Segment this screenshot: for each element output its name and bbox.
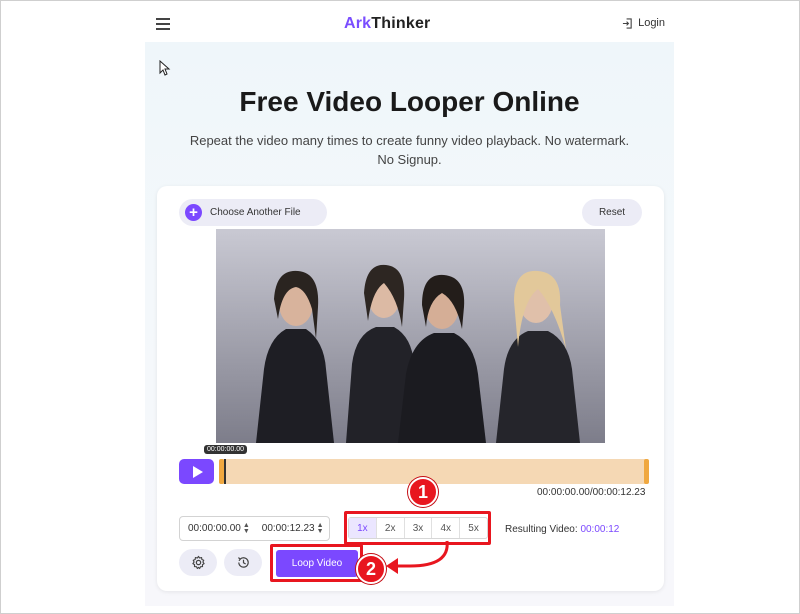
end-time-value: 00:00:12.23 bbox=[261, 523, 315, 534]
page-subtitle: Repeat the video many times to create fu… bbox=[189, 133, 630, 167]
end-time-field[interactable]: 00:00:12.23 ▲ ▼ bbox=[250, 522, 324, 535]
time-range-inputs: 00:00:00.00 ▲ ▼ 00:00:12.23 ▲ ▼ bbox=[179, 516, 330, 541]
page-title: Free Video Looper Online bbox=[239, 86, 580, 117]
editor-card: + Choose Another File Reset 00:00:00.00 … bbox=[157, 186, 664, 591]
resulting-video-info: Resulting Video: 00:00:12 bbox=[505, 524, 619, 535]
annotation-badge-1: 1 bbox=[408, 477, 438, 507]
menu-icon[interactable] bbox=[156, 18, 170, 30]
video-preview bbox=[216, 229, 605, 443]
site-logo[interactable]: ArkThinker bbox=[344, 15, 430, 33]
end-time-spinner-icon[interactable]: ▲ ▼ bbox=[317, 522, 324, 535]
playhead-time-tooltip: 00:00:00.00 bbox=[204, 445, 247, 454]
logo-thinker: Thinker bbox=[371, 15, 431, 32]
history-button[interactable] bbox=[224, 549, 262, 576]
reset-button[interactable]: Reset bbox=[582, 199, 642, 226]
login-link[interactable]: Login bbox=[622, 17, 665, 29]
start-time-spinner-icon[interactable]: ▲ ▼ bbox=[243, 522, 250, 535]
video-frame-image bbox=[216, 229, 605, 443]
cursor-icon bbox=[159, 60, 171, 76]
trim-timeline[interactable] bbox=[219, 459, 649, 484]
top-nav: ArkThinker Login bbox=[145, 6, 674, 42]
history-icon bbox=[237, 557, 249, 568]
login-label: Login bbox=[638, 17, 665, 29]
result-label: Resulting Video: bbox=[505, 524, 578, 535]
plus-icon: + bbox=[185, 204, 202, 221]
play-icon bbox=[192, 465, 203, 478]
logo-ark: Ark bbox=[344, 15, 372, 32]
start-time-field[interactable]: 00:00:00.00 ▲ ▼ bbox=[180, 522, 250, 535]
settings-icon bbox=[191, 555, 205, 570]
settings-button[interactable] bbox=[179, 549, 217, 576]
result-value: 00:00:12 bbox=[580, 524, 620, 535]
annotation-highlight-loop-button bbox=[270, 544, 363, 582]
login-icon bbox=[622, 17, 632, 29]
duration-readout: 00:00:00.00/00:00:12.23 bbox=[537, 487, 646, 498]
start-time-value: 00:00:00.00 bbox=[188, 523, 241, 534]
choose-another-file-button[interactable]: + Choose Another File bbox=[179, 199, 327, 226]
annotation-highlight-loop-options bbox=[344, 511, 491, 545]
annotation-badge-2: 2 bbox=[356, 554, 386, 584]
play-button[interactable] bbox=[179, 459, 214, 484]
playhead[interactable] bbox=[224, 459, 226, 484]
choose-file-label: Choose Another File bbox=[210, 207, 301, 218]
web-page: ArkThinker Login Free Video Looper Onlin… bbox=[145, 6, 674, 606]
trim-end-handle[interactable] bbox=[644, 459, 649, 484]
